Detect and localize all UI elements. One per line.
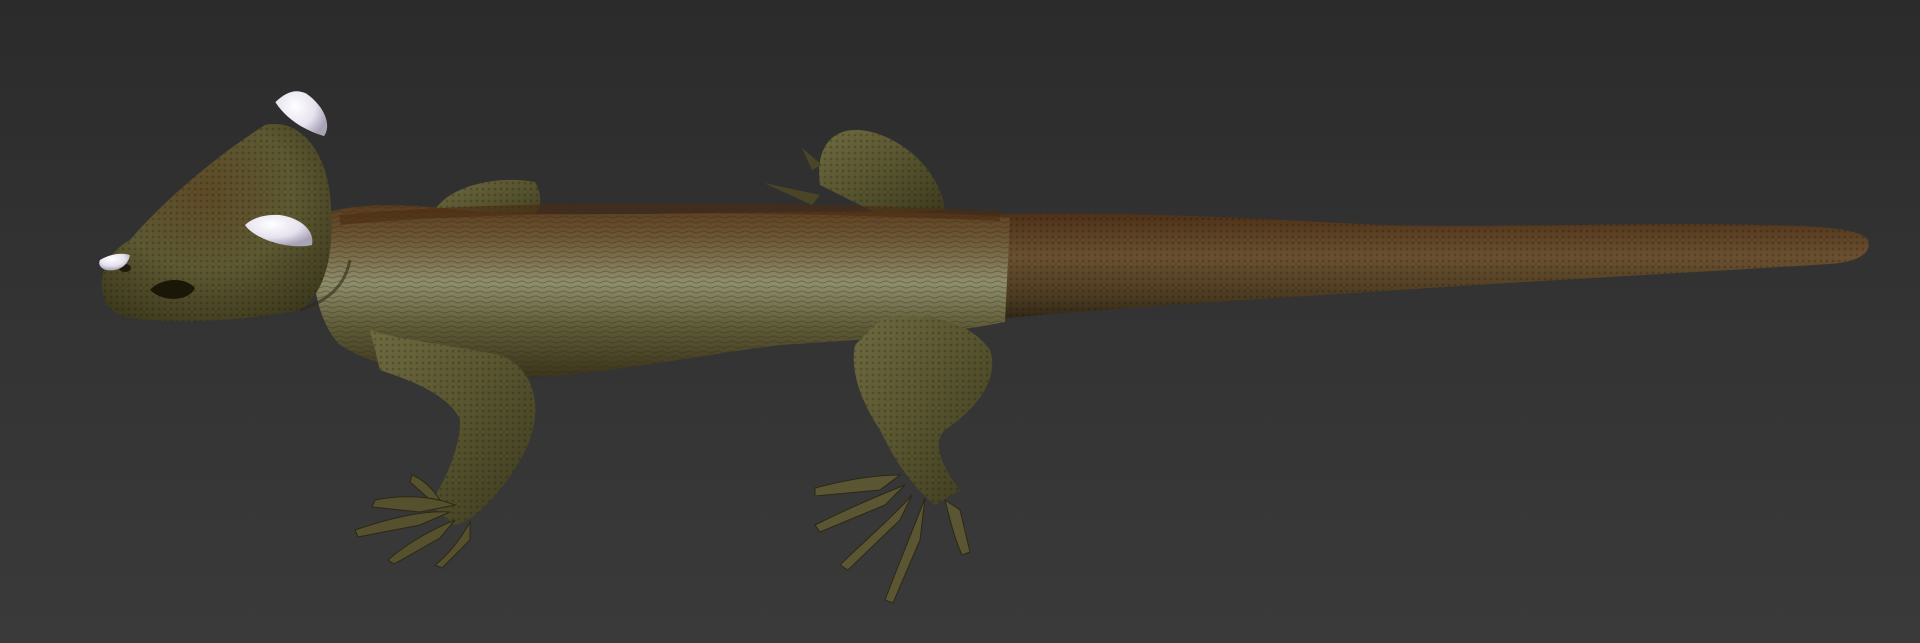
rear-right-leg xyxy=(814,316,993,604)
lizard-model-render xyxy=(99,91,1869,604)
3d-viewport[interactable] xyxy=(0,0,1920,643)
tail xyxy=(980,213,1869,320)
head xyxy=(101,124,352,322)
front-right-leg xyxy=(354,330,536,569)
rear-left-leg xyxy=(764,129,945,215)
